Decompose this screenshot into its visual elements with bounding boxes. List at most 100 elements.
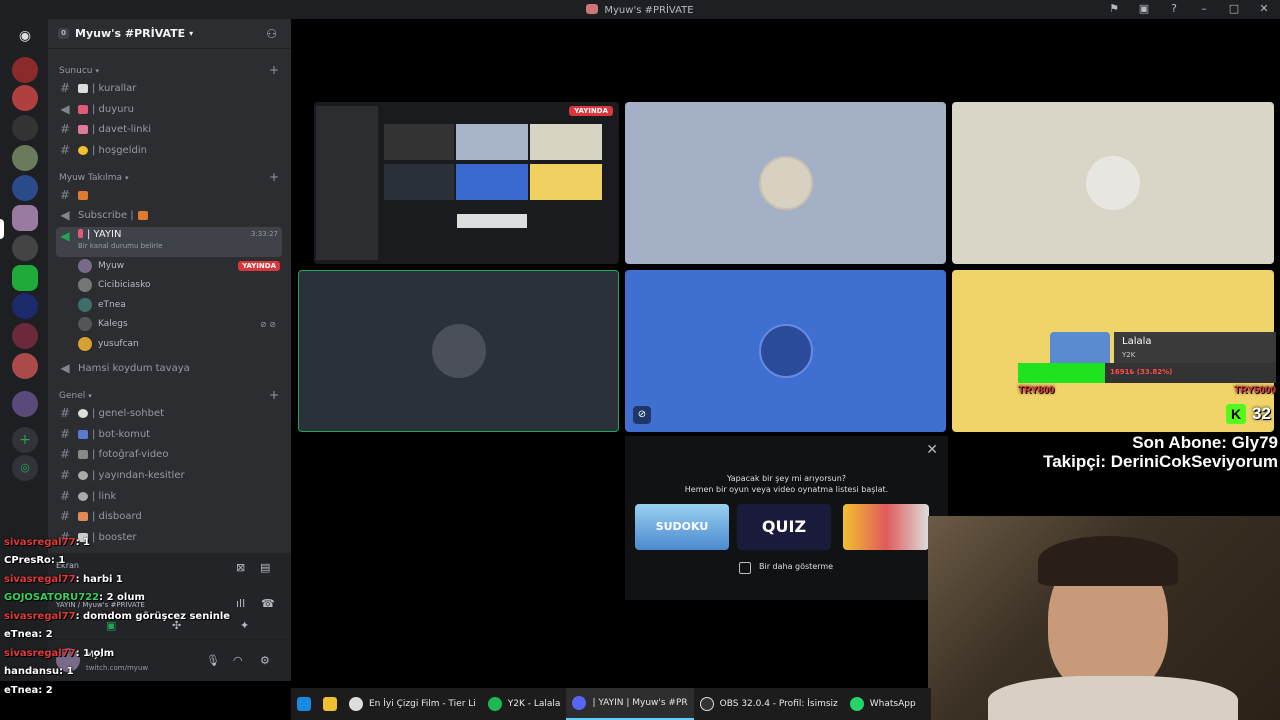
server-icon[interactable] bbox=[12, 235, 38, 261]
voice-user[interactable]: Myuw YAYINDA bbox=[78, 257, 280, 275]
server-icon[interactable] bbox=[12, 175, 38, 201]
channel-davet-linki[interactable]: # | davet-linki bbox=[56, 120, 282, 138]
goal-right: TRY5000 bbox=[1234, 385, 1276, 396]
participant-tile[interactable] bbox=[625, 102, 946, 264]
chat-line: sivasregal77: 1 bbox=[4, 537, 91, 548]
maximize-button[interactable]: □ bbox=[1226, 2, 1242, 16]
soundboard-icon[interactable]: ✦ bbox=[240, 619, 249, 632]
minimize-button[interactable]: – bbox=[1196, 2, 1212, 16]
server-icon[interactable] bbox=[12, 85, 38, 111]
channel-emoji[interactable]: # bbox=[56, 186, 282, 204]
user-subtitle: twitch.com/myuw bbox=[86, 664, 149, 672]
voice-timer: 3:33:27 bbox=[251, 230, 278, 238]
window-title: Myuw's #PRİVATE bbox=[0, 3, 1280, 16]
chat-line: eTnea: 2 bbox=[4, 629, 53, 640]
taskbar-item-obs[interactable]: OBS 32.0.4 - Profil: İsimsiz bbox=[694, 688, 844, 720]
server-icon[interactable] bbox=[12, 145, 38, 171]
windows-icon bbox=[297, 697, 311, 711]
invite-icon[interactable]: ⚇ bbox=[266, 27, 277, 41]
server-icon[interactable] bbox=[12, 57, 38, 83]
subscriber-goal-widget: Lalala Y2K 1691₺ (33.82%) TRY800 TRY5000 bbox=[1018, 332, 1276, 398]
inbox-icon[interactable]: ⚑ bbox=[1106, 2, 1122, 16]
taskbar-item-browser[interactable]: En İyi Çizgi Film - Tier Li bbox=[343, 688, 482, 720]
channel-genel-sohbet[interactable]: # | genel-sohbet bbox=[56, 404, 282, 422]
participant-tile[interactable] bbox=[952, 102, 1274, 264]
channel-hosgeldin[interactable]: # | hoşgeldin bbox=[56, 141, 282, 159]
server-icon[interactable] bbox=[12, 115, 38, 141]
hash-icon: # bbox=[59, 489, 71, 503]
voice-user[interactable]: Cicibiciasko bbox=[78, 276, 280, 294]
voice-user[interactable]: yusufcan bbox=[78, 335, 280, 353]
category-sunucu[interactable]: Sunucu ▾ bbox=[59, 66, 99, 76]
channel-subscribe[interactable]: ◀ Subscribe | bbox=[56, 206, 282, 224]
channel-link[interactable]: # | link bbox=[56, 487, 282, 505]
taskbar-item-whatsapp[interactable]: WhatsApp bbox=[844, 688, 922, 720]
category-takilma[interactable]: Myuw Takılma ▾ bbox=[59, 173, 129, 183]
settings-gear-icon[interactable]: ⚙ bbox=[260, 654, 270, 667]
discord-icon bbox=[572, 696, 587, 710]
megaphone-icon: ◀ bbox=[60, 102, 70, 116]
taskbar-item-spotify[interactable]: Y2K - Lalala bbox=[482, 688, 567, 720]
sub-small: Y2K bbox=[1122, 351, 1136, 359]
hash-icon: # bbox=[59, 122, 71, 136]
chat-line: sivasregal77: harbi 1 bbox=[4, 574, 123, 585]
add-channel-icon[interactable]: + bbox=[269, 170, 279, 184]
channel-duyuru[interactable]: ◀ | duyuru bbox=[56, 100, 282, 118]
avatar bbox=[1086, 156, 1140, 210]
close-button[interactable]: ✕ bbox=[1256, 2, 1272, 16]
add-server-icon[interactable]: + bbox=[12, 427, 38, 453]
live-badge: YAYINDA bbox=[569, 106, 613, 116]
voice-user[interactable]: eTnea bbox=[78, 296, 280, 314]
speaker-icon: ◀ bbox=[60, 361, 70, 375]
close-icon[interactable]: ✕ bbox=[926, 442, 938, 458]
server-icon[interactable] bbox=[12, 391, 38, 417]
channel-fotograf-video[interactable]: # | fotoğraf-video bbox=[56, 445, 282, 463]
channel-kurallar[interactable]: # | kurallar bbox=[56, 79, 282, 97]
microphone-icon[interactable]: 🎙︎ bbox=[206, 654, 220, 667]
robot-icon bbox=[78, 429, 88, 439]
participant-tile[interactable]: ⊘ bbox=[625, 270, 946, 432]
add-channel-icon[interactable]: + bbox=[269, 388, 279, 402]
headphones-icon[interactable]: ◠ bbox=[233, 654, 243, 667]
pin-icon bbox=[78, 229, 83, 238]
channel-yayindan-kesitler[interactable]: # | yayından-kesitler bbox=[56, 466, 282, 484]
disconnect-icon[interactable]: ☎ bbox=[261, 597, 275, 610]
participant-tile-speaking[interactable] bbox=[298, 270, 619, 432]
stop-stream-icon[interactable]: ⊠ bbox=[236, 561, 245, 574]
file-explorer-button[interactable] bbox=[317, 688, 343, 720]
deafen-icon: ⊘ bbox=[633, 406, 651, 424]
channel-disboard[interactable]: # | disboard bbox=[56, 507, 282, 525]
server-icon[interactable] bbox=[12, 353, 38, 379]
channel-yayin[interactable]: ◀ | YAYIN Bir kanal durumu belirle 3:33:2… bbox=[56, 227, 282, 257]
server-icon[interactable] bbox=[12, 205, 38, 231]
chat-line: sivasregal77: 1 olm bbox=[4, 648, 115, 659]
last-follower: Takipçi: DeriniCokSeviyorum bbox=[1043, 452, 1278, 471]
server-icon[interactable] bbox=[12, 293, 38, 319]
game-sudoku[interactable]: SUDOKU bbox=[635, 504, 729, 550]
avatar bbox=[758, 324, 813, 378]
mini-tile bbox=[456, 164, 528, 200]
guild-header[interactable]: 0 Myuw's #PRİVATE ▾ ⚇ bbox=[48, 19, 291, 49]
channel-bot-komut[interactable]: # | bot-komut bbox=[56, 425, 282, 443]
server-icon[interactable] bbox=[12, 265, 38, 291]
envelope-icon bbox=[78, 124, 88, 134]
avatar bbox=[78, 337, 92, 351]
clapper-icon[interactable]: ▤ bbox=[260, 561, 270, 574]
help-icon[interactable]: ? bbox=[1166, 2, 1182, 16]
voice-user[interactable]: Kalegs ⊘ ⊘ bbox=[78, 315, 280, 333]
game-quiz[interactable]: QUIZ bbox=[737, 504, 831, 550]
add-channel-icon[interactable]: + bbox=[269, 63, 279, 77]
category-genel[interactable]: Genel ▾ bbox=[59, 391, 92, 401]
channel-hamsi[interactable]: ◀ Hamsi koydum tavaya bbox=[56, 359, 282, 377]
discord-home-icon[interactable]: ◉ bbox=[12, 23, 38, 49]
dont-show-checkbox[interactable] bbox=[739, 562, 751, 574]
server-icon[interactable] bbox=[12, 323, 38, 349]
screen-icon[interactable]: ▣ bbox=[1136, 2, 1152, 16]
explore-icon[interactable]: ◎ bbox=[12, 455, 38, 481]
kick-viewer-count: 32 bbox=[1252, 404, 1271, 423]
start-button[interactable] bbox=[291, 688, 317, 720]
taskbar-item-discord[interactable]: | YAYIN | Myuw's #PR bbox=[566, 688, 694, 720]
game-other[interactable] bbox=[843, 504, 929, 550]
channel-status[interactable]: Bir kanal durumu belirle bbox=[78, 242, 162, 250]
stream-tile[interactable]: YAYINDA bbox=[314, 102, 619, 264]
